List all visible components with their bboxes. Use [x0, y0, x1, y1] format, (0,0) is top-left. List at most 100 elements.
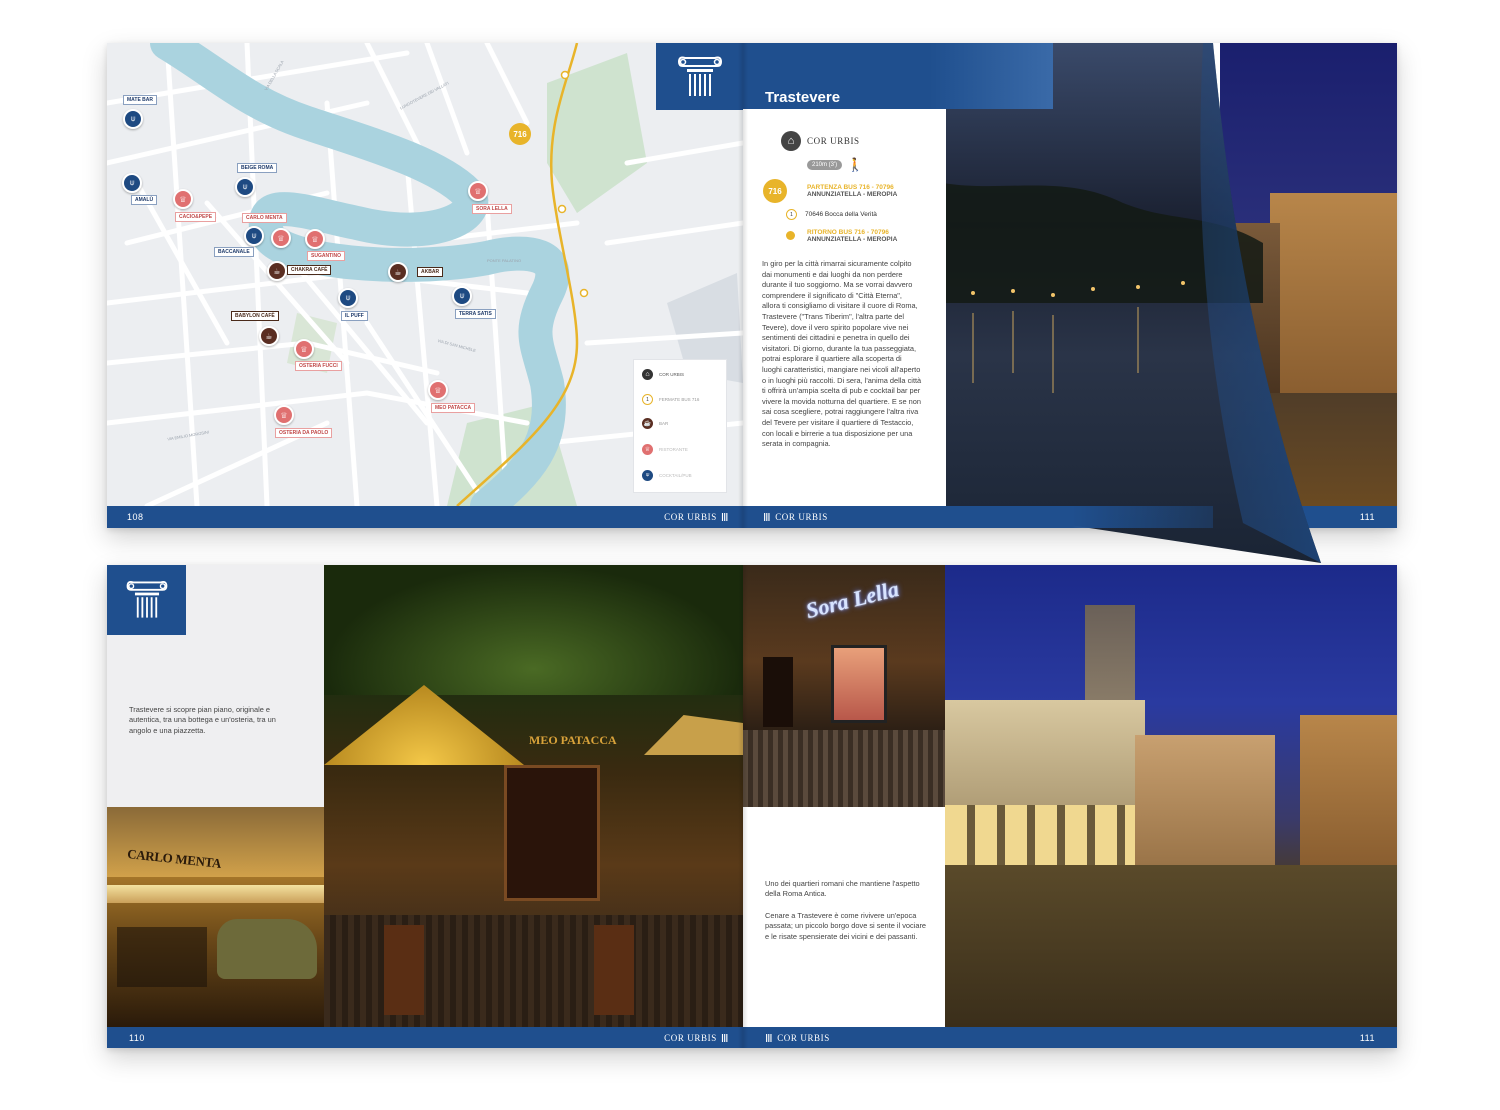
page-footer: 110 COR URBIS Ⅲ	[107, 1027, 743, 1048]
left-caption: Trastevere si scopre pian piano, origina…	[129, 705, 276, 735]
chef-hat-pin[interactable]: ♕	[428, 380, 448, 400]
legend-row: ☕ BAR	[642, 418, 668, 429]
legend-row: 1 FERMATE BUS 716	[642, 394, 699, 405]
return-line: RITORNO BUS 716 - 70796	[807, 229, 889, 236]
map-label: TERRA SATIS	[455, 309, 496, 319]
map-label: CHAKRA CAFÈ	[287, 265, 332, 275]
legend-label: RISTORANTE	[659, 447, 688, 452]
map-label: BABYLON CAFÈ	[231, 311, 279, 321]
cup-pin[interactable]: ☕	[267, 261, 287, 281]
column-logo	[107, 565, 186, 635]
bus-badge: 716	[763, 179, 787, 203]
chef-hat-pin[interactable]: ♕	[468, 181, 488, 201]
cocktail-pin[interactable]: ⍦	[123, 109, 143, 129]
spine-shadow	[738, 43, 748, 528]
page-footer: Ⅲ COR URBIS 111	[743, 1027, 1397, 1048]
santa-maria-photo	[945, 565, 1397, 1027]
diners	[117, 927, 207, 987]
column-icon: Ⅲ	[765, 1032, 774, 1045]
umbrella	[324, 685, 524, 765]
awning	[107, 885, 324, 903]
right-page: Sora Lella Uno dei quartieri romani che …	[743, 565, 1397, 1048]
legend-label: COCKTAIL/PUB	[659, 473, 692, 478]
legend-label: COR URBIS	[659, 372, 685, 377]
stop-number-icon: 1	[786, 209, 797, 220]
chef-hat-pin[interactable]: ♕	[173, 189, 193, 209]
vintage-car	[217, 919, 317, 979]
cup-icon: ☕	[642, 418, 653, 429]
start-point: ⌂ COR URBIS	[781, 131, 860, 151]
map-label: CACIO&PEPE	[175, 212, 217, 222]
cup-pin[interactable]: ☕	[388, 262, 408, 282]
sign-sora-lella: Sora Lella	[803, 575, 902, 624]
page-number: 111	[1359, 1033, 1375, 1043]
return-icon	[786, 231, 795, 240]
legend-row: ⍦ COCKTAIL/PUB	[642, 470, 692, 481]
cup-pin[interactable]: ☕	[259, 326, 279, 346]
footer-brand: Ⅲ COR URBIS	[763, 511, 828, 524]
chef-hat-pin[interactable]: ♕	[294, 339, 314, 359]
page-number: 110	[129, 1033, 145, 1043]
footer-brand-label: COR URBIS	[775, 512, 828, 522]
footer-brand-label: COR URBIS	[664, 1033, 717, 1043]
page-number: 108	[127, 512, 144, 522]
page-footer: 108 COR URBIS Ⅲ	[107, 506, 743, 528]
portico	[945, 805, 1145, 865]
stop-row: 1 70646 Bocca della Verità	[786, 209, 877, 220]
return-line: ANNUNZIATELLA - MEROPIA	[807, 236, 898, 243]
departure-line: ANNUNZIATELLA - MEROPIA	[807, 191, 898, 198]
walk-time: 210m (3') 🚶	[807, 157, 863, 173]
candle-table	[384, 925, 424, 1015]
map-label: OSTERIA FUCCI	[295, 361, 342, 371]
chef-hat-icon: ♕	[642, 444, 653, 455]
cocktail-pin[interactable]: ⍦	[244, 226, 264, 246]
legend-row: ♕ RISTORANTE	[642, 444, 688, 455]
legend-label: FERMATE BUS 716	[659, 397, 700, 402]
map-label: OSTERIA DA PAOLO	[275, 428, 333, 438]
footer-brand: COR URBIS Ⅲ	[664, 1032, 729, 1045]
column-logo	[656, 43, 743, 110]
shop-window	[831, 645, 887, 723]
ionic-column-icon	[677, 56, 722, 96]
title-bar: Trastevere	[743, 43, 1053, 109]
cocktail-pin[interactable]: ⍦	[122, 173, 142, 193]
body-text: In giro per la città rimarrai sicurament…	[762, 259, 922, 449]
umbrella-right	[644, 715, 743, 755]
house-icon: ⌂	[642, 369, 653, 380]
palazzo	[1135, 735, 1275, 865]
right-caption-1: Uno dei quartieri romani che mantiene l'…	[765, 879, 920, 899]
map-label: AMALÙ	[131, 195, 158, 205]
chef-hat-pin[interactable]: ♕	[274, 405, 294, 425]
footer-brand-label: COR URBIS	[664, 512, 717, 522]
map-label: AKBAR	[417, 267, 444, 277]
column-icon: Ⅲ	[720, 511, 729, 524]
map-bus-badge: 716	[509, 123, 531, 145]
start-point-label: COR URBIS	[807, 136, 860, 146]
footer-brand: COR URBIS Ⅲ	[664, 511, 729, 524]
sora-lella-photo: Sora Lella	[743, 565, 945, 807]
map-label: BEIGE ROMA	[237, 163, 278, 173]
palazzo-right	[1300, 715, 1397, 865]
cocktail-pin[interactable]: ⍦	[235, 177, 255, 197]
ionic-column-icon	[126, 581, 167, 618]
chef-hat-pin[interactable]: ♕	[305, 229, 325, 249]
footer-brand: Ⅲ COR URBIS	[765, 1032, 830, 1045]
map-label: SORA LELLA	[472, 204, 512, 214]
cocktail-icon: ⍦	[642, 470, 653, 481]
foliage	[324, 565, 743, 695]
column-icon: Ⅲ	[763, 511, 772, 524]
spine-shadow	[738, 565, 748, 1048]
meo-patacca-photo: MEO PATACCA	[324, 565, 743, 1027]
cocktail-pin[interactable]: ⍦	[338, 288, 358, 308]
legend-row: ⌂ COR URBIS	[642, 369, 684, 380]
cocktail-pin[interactable]: ⍦	[452, 286, 472, 306]
street-label: PONTE PALATINO	[487, 258, 522, 263]
page-footer: Ⅲ COR URBIS	[743, 506, 1213, 528]
curled-page: Trastevere ⌂ COR URBIS 210m (3') 🚶 716 P…	[743, 43, 1321, 563]
column-icon: Ⅲ	[720, 1032, 729, 1045]
page-number: 111	[1359, 512, 1375, 522]
right-caption-2: Cenare a Trastevere è come rivivere un'e…	[765, 911, 927, 941]
chef-hat-pin[interactable]: ♕	[271, 228, 291, 248]
walk-time-badge: 210m (3')	[807, 160, 843, 170]
map-legend: ⌂ COR URBIS 1 FERMATE BUS 716 ☕ BAR ♕ RI…	[633, 359, 727, 493]
